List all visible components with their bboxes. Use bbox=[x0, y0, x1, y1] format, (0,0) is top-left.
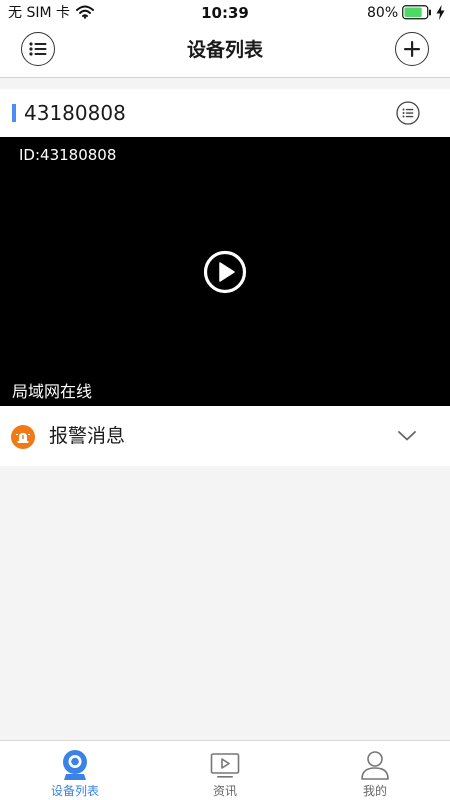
tab-news[interactable]: 资讯 bbox=[150, 741, 300, 800]
user-icon bbox=[361, 751, 389, 780]
video-preview[interactable]: ID:43180808 局域网在线 bbox=[0, 137, 450, 406]
plus-icon bbox=[404, 41, 420, 57]
device-options-icon[interactable] bbox=[396, 101, 420, 125]
device-accent-bar bbox=[12, 104, 16, 122]
page-title: 设备列表 bbox=[186, 39, 263, 61]
battery-icon bbox=[402, 5, 431, 20]
tab-label-mine: 我的 bbox=[362, 784, 387, 798]
status-bar: 无 SIM 卡 10:39 80% bbox=[0, 0, 450, 26]
play-icon[interactable] bbox=[203, 250, 247, 294]
navigation-bar: 设备列表 bbox=[0, 26, 450, 78]
device-name: 43180808 bbox=[24, 101, 126, 125]
video-play-icon bbox=[210, 753, 240, 778]
tab-device-list[interactable]: 设备列表 bbox=[0, 741, 150, 800]
tab-label-device-list: 设备列表 bbox=[50, 784, 99, 798]
camera-icon bbox=[63, 750, 87, 780]
video-device-id: ID:43180808 bbox=[19, 146, 117, 164]
alarm-messages-label: 报警消息 bbox=[49, 425, 126, 447]
connection-status: 局域网在线 bbox=[12, 382, 93, 401]
battery-percent: 80% bbox=[367, 5, 399, 21]
chevron-down-icon[interactable] bbox=[397, 430, 417, 442]
app-screen: 无 SIM 卡 10:39 80% 设备列表 43180808 ID:43180… bbox=[0, 0, 450, 800]
tab-mine[interactable]: 我的 bbox=[300, 741, 450, 800]
charging-bolt-icon bbox=[436, 5, 445, 20]
device-header: 43180808 bbox=[0, 89, 450, 137]
tab-bar: 设备列表 资讯 我的 bbox=[0, 740, 450, 800]
alarm-siren-icon bbox=[11, 425, 35, 449]
tab-label-news: 资讯 bbox=[212, 784, 237, 798]
alarm-messages-row[interactable]: 报警消息 bbox=[0, 406, 450, 466]
add-device-button[interactable] bbox=[395, 32, 429, 66]
